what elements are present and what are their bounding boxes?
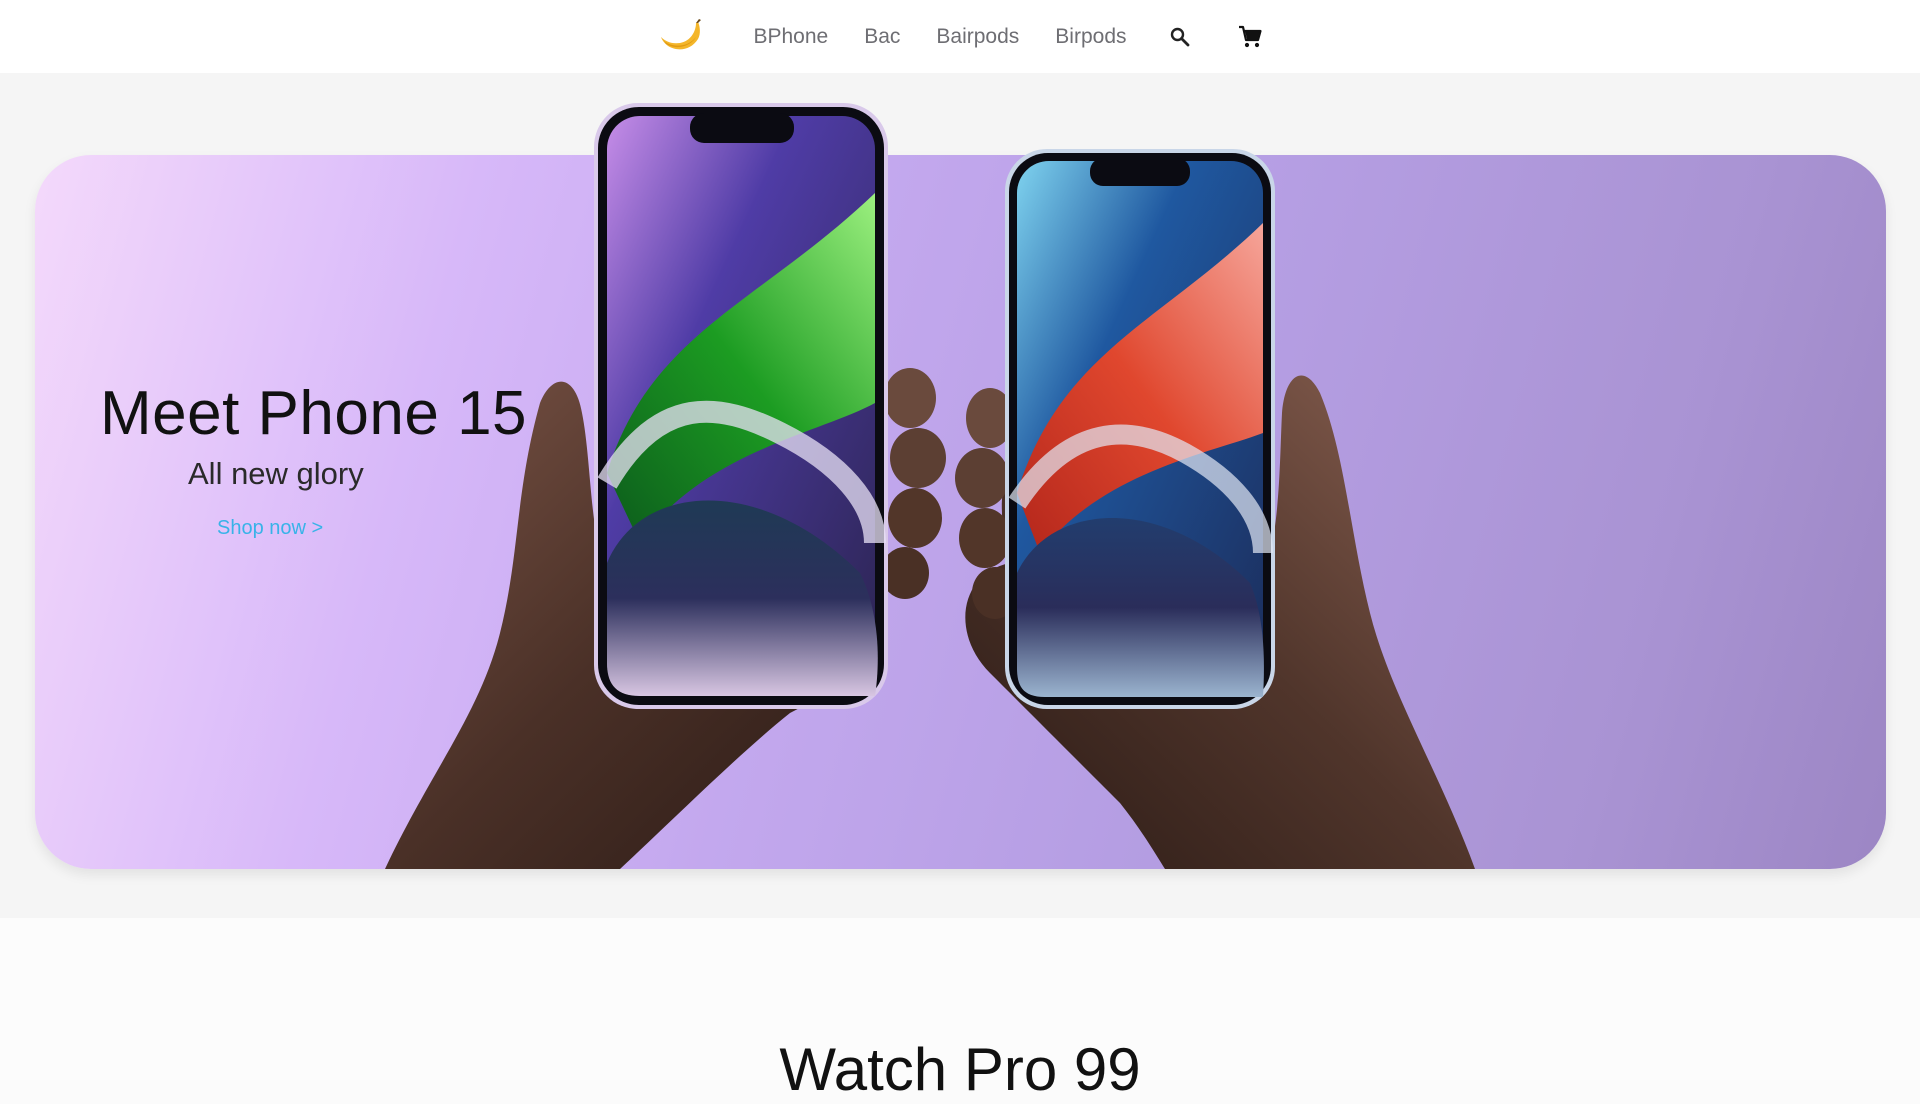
hero-title: Meet Phone 15 xyxy=(100,379,528,448)
nav-link-bphone[interactable]: BPhone xyxy=(753,25,828,49)
cart-icon[interactable] xyxy=(1237,24,1263,50)
hero-banner xyxy=(35,155,1886,869)
nav-link-bairpods[interactable]: Bairpods xyxy=(936,25,1019,49)
banana-icon[interactable] xyxy=(657,15,705,59)
search-icon[interactable] xyxy=(1167,24,1193,50)
top-nav: BPhone Bac Bairpods Birpods xyxy=(0,0,1920,73)
hero-subtitle: All new glory xyxy=(188,456,364,491)
shop-now-link[interactable]: Shop now > xyxy=(217,517,323,540)
nav-link-bac[interactable]: Bac xyxy=(864,25,900,49)
nav-link-birpods[interactable]: Birpods xyxy=(1055,25,1126,49)
watch-section: Watch Pro 99 xyxy=(0,918,1920,1103)
hero-section: Meet Phone 15 All new glory Shop now > xyxy=(0,73,1920,918)
section-title: Watch Pro 99 xyxy=(779,1036,1141,1103)
nav-inner: BPhone Bac Bairpods Birpods xyxy=(657,0,1262,73)
